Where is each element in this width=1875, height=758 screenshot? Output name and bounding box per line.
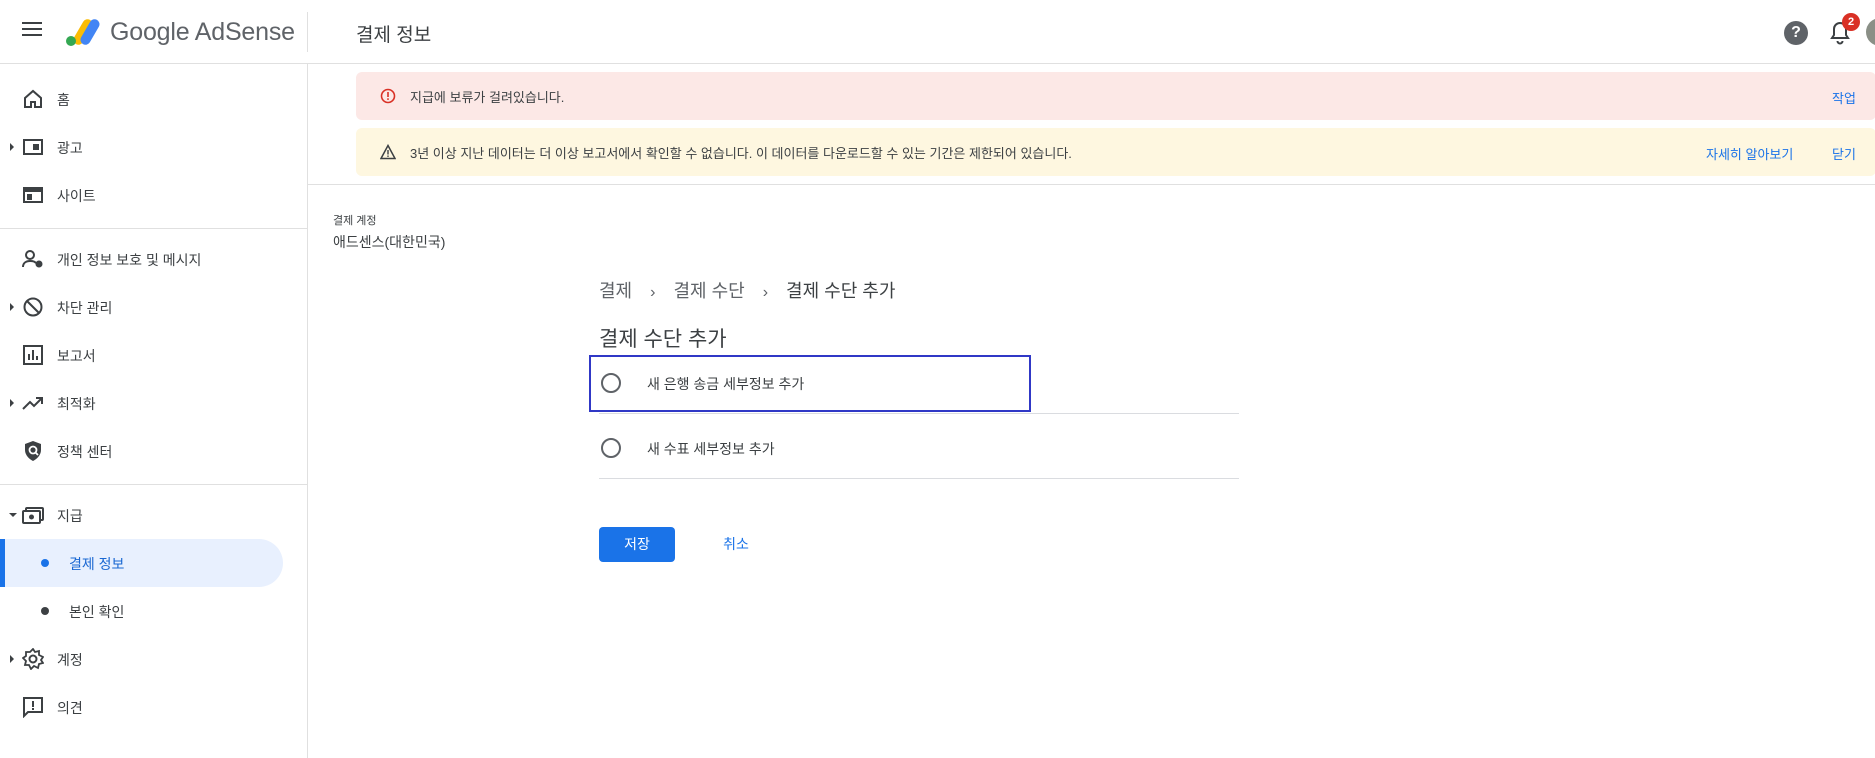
hamburger-menu-icon[interactable] (22, 22, 44, 42)
help-icon[interactable]: ? (1784, 21, 1808, 45)
data-retention-warning-banner: 3년 이상 지난 데이터는 더 이상 보고서에서 확인할 수 없습니다. 이 데… (356, 128, 1875, 176)
payment-account-name: 애드센스(대한민국) (333, 234, 446, 250)
sidebar-subitem-payment-info[interactable]: 결제 정보 (0, 539, 283, 587)
warning-banner-text: 3년 이상 지난 데이터는 더 이상 보고서에서 확인할 수 없습니다. 이 데… (410, 146, 1072, 161)
brand-name: Google AdSense (110, 18, 295, 46)
sidebar-item-label: 광고 (57, 140, 83, 156)
sidebar-subitem-label: 본인 확인 (69, 604, 125, 620)
error-banner-action-link[interactable]: 작업 (1832, 88, 1856, 107)
page-title: 결제 정보 (356, 25, 432, 46)
error-alert-icon (380, 88, 396, 104)
bullet-dot-icon (41, 607, 49, 615)
account-avatar[interactable] (1866, 18, 1875, 46)
breadcrumb-payments-link[interactable]: 결제 (599, 281, 632, 301)
chevron-right-icon: › (762, 284, 769, 301)
expand-caret-icon (10, 143, 14, 151)
sidebar-item-payments[interactable]: 지급 (0, 491, 308, 539)
trending-up-icon (22, 397, 43, 410)
content-divider (308, 184, 1875, 185)
cancel-button[interactable]: 취소 (704, 527, 768, 562)
sidebar-item-feedback[interactable]: 의견 (0, 683, 308, 731)
home-icon (24, 89, 42, 108)
learn-more-link[interactable]: 자세히 알아보기 (1706, 144, 1793, 163)
sidebar-nav: 홈 광고 사이트 개인 정보 보호 및 메시지 차단 관리 보고서 최적화 정책… (0, 64, 308, 758)
breadcrumb: 결제 › 결제 수단 › 결제 수단 추가 (599, 277, 895, 303)
sidebar-divider (0, 484, 308, 485)
option-divider (599, 478, 1239, 479)
policy-shield-icon (25, 441, 41, 461)
sidebar-item-label: 최적화 (57, 396, 96, 412)
payment-account-label: 결제 계정 (333, 215, 377, 227)
focus-outline (589, 355, 1031, 412)
check-option[interactable]: 새 수표 세부정보 추가 (599, 415, 1239, 479)
block-icon (23, 297, 43, 317)
header-divider (307, 12, 308, 52)
expand-caret-icon (10, 399, 14, 407)
sidebar-subitem-label: 결제 정보 (69, 556, 125, 572)
adsense-logo-icon (66, 19, 100, 46)
privacy-messaging-icon (22, 250, 43, 268)
sidebar-item-label: 의견 (57, 700, 83, 716)
reports-icon (23, 345, 43, 365)
option-divider (599, 413, 1239, 414)
sidebar-item-label: 계정 (57, 652, 83, 668)
save-button[interactable]: 저장 (599, 527, 675, 562)
sidebar-divider (0, 228, 308, 229)
expand-caret-icon (10, 303, 14, 311)
feedback-icon (23, 697, 43, 718)
sidebar-item-account[interactable]: 계정 (0, 635, 308, 683)
sidebar-item-label: 차단 관리 (57, 300, 113, 316)
section-title: 결제 수단 추가 (599, 328, 727, 351)
sidebar-subitem-identity-verification[interactable]: 본인 확인 (0, 587, 283, 635)
sidebar-item-label: 정책 센터 (57, 444, 113, 460)
sidebar-item-ads[interactable]: 광고 (0, 123, 308, 171)
ads-icon (23, 139, 43, 155)
gear-icon (22, 648, 44, 670)
payment-hold-error-banner: 지급에 보류가 걸려있습니다. 작업 (356, 72, 1875, 120)
sidebar-item-reports[interactable]: 보고서 (0, 331, 308, 379)
sidebar-item-label: 지급 (57, 508, 83, 524)
sidebar-item-home[interactable]: 홈 (0, 75, 308, 123)
warning-triangle-icon (380, 144, 396, 160)
top-app-bar: Google AdSense 결제 정보 ? 2 (0, 0, 1875, 64)
collapse-caret-icon (9, 513, 17, 517)
breadcrumb-current: 결제 수단 추가 (786, 281, 896, 301)
check-radio[interactable] (601, 438, 621, 458)
sidebar-item-label: 개인 정보 보호 및 메시지 (57, 252, 202, 268)
dismiss-banner-link[interactable]: 닫기 (1832, 144, 1856, 163)
sidebar-item-optimization[interactable]: 최적화 (0, 379, 308, 427)
expand-caret-icon (10, 655, 14, 663)
sidebar-item-policy-center[interactable]: 정책 센터 (0, 427, 308, 475)
notification-count-badge: 2 (1842, 13, 1860, 31)
check-option-label: 새 수표 세부정보 추가 (647, 441, 775, 457)
error-banner-text: 지급에 보류가 걸려있습니다. (410, 90, 565, 105)
breadcrumb-payment-methods-link[interactable]: 결제 수단 (673, 281, 744, 301)
payments-icon (22, 507, 44, 524)
sidebar-item-label: 사이트 (57, 188, 96, 204)
sidebar-item-label: 홈 (57, 92, 70, 108)
sidebar-item-blocking-controls[interactable]: 차단 관리 (0, 283, 308, 331)
active-dot-icon (41, 559, 49, 567)
chevron-right-icon: › (650, 284, 656, 301)
sites-icon (23, 187, 43, 203)
sidebar-item-label: 보고서 (57, 348, 96, 364)
sidebar-item-sites[interactable]: 사이트 (0, 171, 308, 219)
sidebar-item-privacy-messaging[interactable]: 개인 정보 보호 및 메시지 (0, 235, 308, 283)
